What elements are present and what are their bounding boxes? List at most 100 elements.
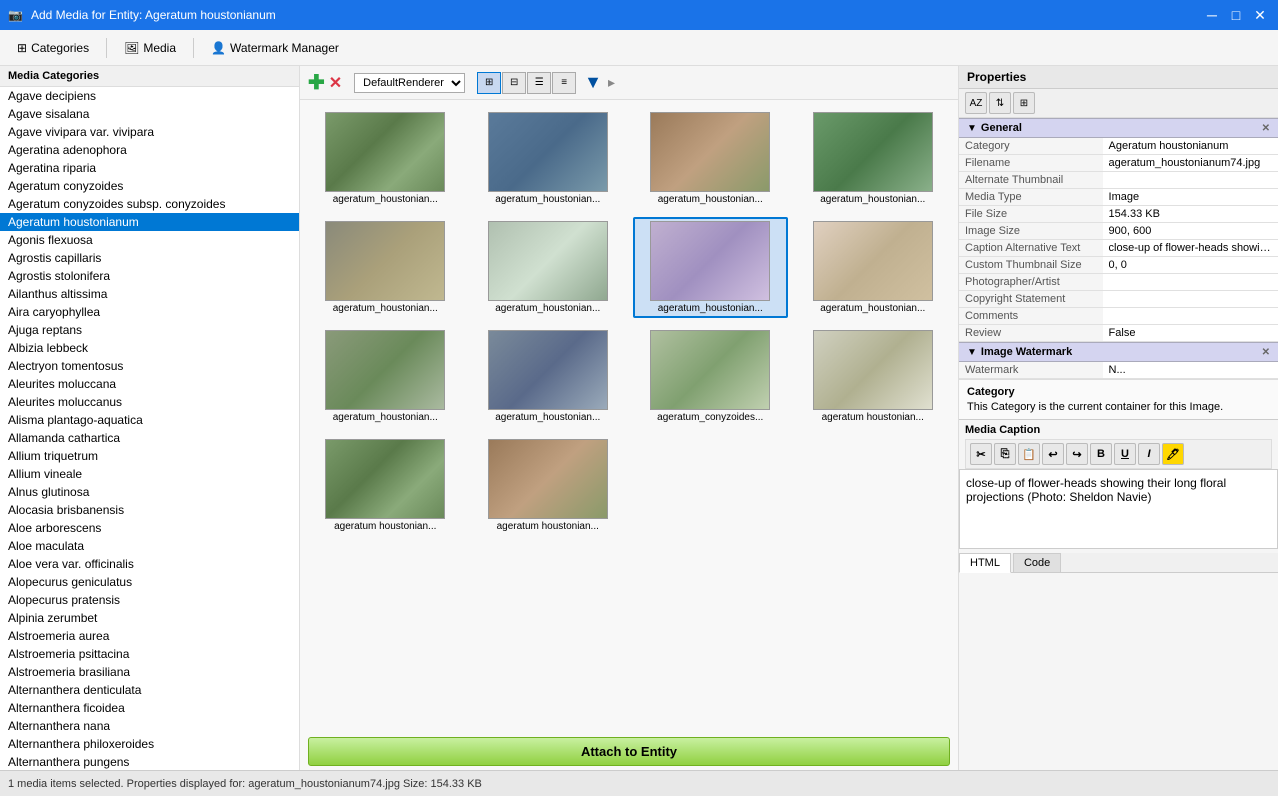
category-item[interactable]: Alstroemeria aurea bbox=[0, 627, 299, 645]
category-item[interactable]: Alstroemeria brasiliana bbox=[0, 663, 299, 681]
category-item[interactable]: Agonis flexuosa bbox=[0, 231, 299, 249]
property-value[interactable]: False bbox=[1103, 325, 1278, 342]
renderer-select[interactable]: DefaultRenderer ImageRenderer VideoRende… bbox=[354, 73, 465, 93]
highlight-button[interactable]: 🖊 bbox=[1162, 443, 1184, 465]
add-media-button[interactable]: ✚ bbox=[308, 70, 325, 95]
media-item[interactable]: ageratum_houstonian... bbox=[471, 108, 626, 209]
props-sort-icon[interactable]: ⇅ bbox=[989, 92, 1011, 114]
property-value[interactable]: 900, 600 bbox=[1103, 223, 1278, 240]
category-item[interactable]: Alternanthera philoxeroides bbox=[0, 735, 299, 753]
watermark-section-close[interactable]: ✕ bbox=[1262, 347, 1270, 358]
category-item[interactable]: Agrostis stolonifera bbox=[0, 267, 299, 285]
property-value[interactable]: Image bbox=[1103, 189, 1278, 206]
general-section-close[interactable]: ✕ bbox=[1262, 123, 1270, 134]
category-item[interactable]: Alternanthera nana bbox=[0, 717, 299, 735]
media-item[interactable]: ageratum_houstonian... bbox=[308, 326, 463, 427]
media-item[interactable]: ageratum houstonian... bbox=[796, 326, 951, 427]
category-item[interactable]: Allium triquetrum bbox=[0, 447, 299, 465]
category-item[interactable]: Alnus glutinosa bbox=[0, 483, 299, 501]
bold-button[interactable]: B bbox=[1090, 443, 1112, 465]
caption-text[interactable]: close-up of flower-heads showing their l… bbox=[959, 469, 1278, 549]
props-sort-az-button[interactable]: AZ bbox=[965, 92, 987, 114]
category-item[interactable]: Ajuga reptans bbox=[0, 321, 299, 339]
sort-icon[interactable]: ▼ bbox=[584, 72, 602, 93]
toolbar-media[interactable]: 🖼 Media bbox=[115, 36, 185, 60]
general-section-header[interactable]: ▼ General ✕ bbox=[959, 118, 1278, 138]
category-item[interactable]: Ailanthus altissima bbox=[0, 285, 299, 303]
copy-button[interactable]: ⎘ bbox=[994, 443, 1016, 465]
media-item[interactable]: ageratum_houstonian... bbox=[308, 217, 463, 318]
property-value[interactable]: 0, 0 bbox=[1103, 257, 1278, 274]
property-value[interactable] bbox=[1103, 291, 1278, 308]
media-item[interactable]: ageratum_houstonian... bbox=[633, 217, 788, 318]
category-item[interactable]: Aleurites moluccana bbox=[0, 375, 299, 393]
undo-button[interactable]: ↩ bbox=[1042, 443, 1064, 465]
category-item[interactable]: Alternanthera denticulata bbox=[0, 681, 299, 699]
category-item[interactable]: Ageratum houstonianum bbox=[0, 213, 299, 231]
html-tab[interactable]: HTML bbox=[959, 553, 1011, 573]
category-item[interactable]: Alternanthera ficoidea bbox=[0, 699, 299, 717]
category-item[interactable]: Aloe vera var. officinalis bbox=[0, 555, 299, 573]
view-list-button[interactable]: ≡ bbox=[552, 72, 576, 94]
media-item[interactable]: ageratum_conyzoides... bbox=[633, 326, 788, 427]
category-item[interactable]: Ageratina adenophora bbox=[0, 141, 299, 159]
category-item[interactable]: Ageratum conyzoides bbox=[0, 177, 299, 195]
property-value[interactable]: ageratum_houstonianum74.jpg bbox=[1103, 155, 1278, 172]
code-tab[interactable]: Code bbox=[1013, 553, 1061, 572]
minimize-button[interactable]: ─ bbox=[1202, 5, 1222, 25]
media-item[interactable]: ageratum_houstonian... bbox=[633, 108, 788, 209]
attach-to-entity-button[interactable]: Attach to Entity bbox=[308, 737, 950, 766]
toolbar-categories[interactable]: ⊞ Categories bbox=[8, 36, 98, 60]
property-value[interactable] bbox=[1103, 274, 1278, 291]
category-item[interactable]: Alectryon tomentosus bbox=[0, 357, 299, 375]
property-value[interactable]: N... bbox=[1103, 362, 1278, 379]
category-item[interactable]: Alopecurus geniculatus bbox=[0, 573, 299, 591]
category-item[interactable]: Alisma plantago-aquatica bbox=[0, 411, 299, 429]
category-item[interactable]: Allium vineale bbox=[0, 465, 299, 483]
category-item[interactable]: Agave vivipara var. vivipara bbox=[0, 123, 299, 141]
media-item[interactable]: ageratum_houstonian... bbox=[308, 108, 463, 209]
category-item[interactable]: Agave decipiens bbox=[0, 87, 299, 105]
restore-button[interactable]: □ bbox=[1226, 5, 1246, 25]
category-item[interactable]: Albizia lebbeck bbox=[0, 339, 299, 357]
property-value[interactable] bbox=[1103, 308, 1278, 325]
view-small-button[interactable]: ☰ bbox=[527, 72, 551, 94]
category-item[interactable]: Ageratina riparia bbox=[0, 159, 299, 177]
property-value[interactable]: close-up of flower-heads showing... bbox=[1103, 240, 1278, 257]
toolbar-watermark[interactable]: 👤 Watermark Manager bbox=[202, 36, 348, 60]
category-item[interactable]: Allamanda cathartica bbox=[0, 429, 299, 447]
category-item[interactable]: Ageratum conyzoides subsp. conyzoides bbox=[0, 195, 299, 213]
paste-button[interactable]: 📋 bbox=[1018, 443, 1040, 465]
props-columns-button[interactable]: ⊞ bbox=[1013, 92, 1035, 114]
prop-table-watermark: WatermarkN... bbox=[959, 362, 1278, 379]
category-item[interactable]: Agrostis capillaris bbox=[0, 249, 299, 267]
redo-button[interactable]: ↪ bbox=[1066, 443, 1088, 465]
property-value[interactable]: Ageratum houstonianum bbox=[1103, 138, 1278, 155]
category-item[interactable]: Aleurites moluccanus bbox=[0, 393, 299, 411]
category-item[interactable]: Alstroemeria psittacina bbox=[0, 645, 299, 663]
watermark-section-header[interactable]: ▼ Image Watermark ✕ bbox=[959, 342, 1278, 362]
media-item[interactable]: ageratum houstonian... bbox=[471, 435, 626, 536]
close-button[interactable]: ✕ bbox=[1250, 5, 1270, 25]
media-item[interactable]: ageratum_houstonian... bbox=[796, 217, 951, 318]
media-item[interactable]: ageratum_houstonian... bbox=[796, 108, 951, 209]
property-value[interactable] bbox=[1103, 172, 1278, 189]
category-item[interactable]: Alocasia brisbanensis bbox=[0, 501, 299, 519]
delete-media-button[interactable]: ✕ bbox=[329, 73, 342, 93]
category-item[interactable]: Aira caryophyllea bbox=[0, 303, 299, 321]
italic-button[interactable]: I bbox=[1138, 443, 1160, 465]
category-item[interactable]: Aloe arborescens bbox=[0, 519, 299, 537]
view-large-button[interactable]: ⊞ bbox=[477, 72, 501, 94]
property-value[interactable]: 154.33 KB bbox=[1103, 206, 1278, 223]
category-item[interactable]: Alternanthera pungens bbox=[0, 753, 299, 770]
category-item[interactable]: Alopecurus pratensis bbox=[0, 591, 299, 609]
view-medium-button[interactable]: ⊟ bbox=[502, 72, 526, 94]
media-item[interactable]: ageratum_houstonian... bbox=[471, 217, 626, 318]
media-item[interactable]: ageratum_houstonian... bbox=[471, 326, 626, 427]
cut-button[interactable]: ✂ bbox=[970, 443, 992, 465]
media-item[interactable]: ageratum houstonian... bbox=[308, 435, 463, 536]
category-item[interactable]: Agave sisalana bbox=[0, 105, 299, 123]
category-item[interactable]: Alpinia zerumbet bbox=[0, 609, 299, 627]
underline-button[interactable]: U bbox=[1114, 443, 1136, 465]
category-item[interactable]: Aloe maculata bbox=[0, 537, 299, 555]
